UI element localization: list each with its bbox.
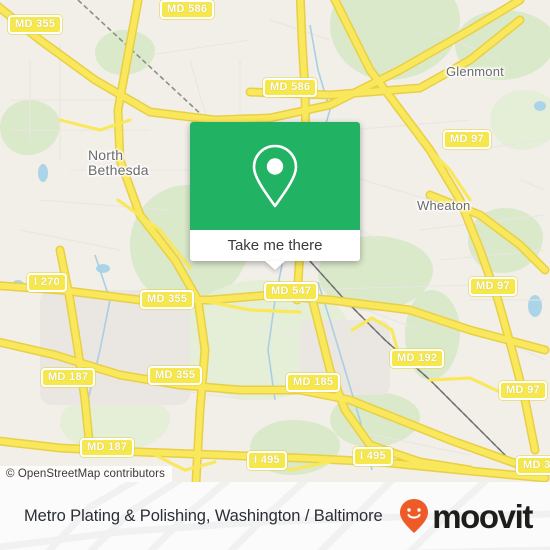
highway-shield: MD 97 — [443, 130, 491, 149]
map-attribution: © OpenStreetMap contributors — [0, 466, 172, 482]
moovit-map-page: North Bethesda Glenmont Wheaton MD 355 M… — [0, 0, 550, 550]
highway-shield: I 495 — [247, 451, 287, 470]
highway-shield: MD 355 — [148, 366, 203, 385]
footer-row: Metro Plating & Polishing, Washington / … — [0, 482, 550, 550]
page-title: Metro Plating & Polishing, Washington / … — [24, 506, 383, 525]
take-me-there-button[interactable]: Take me there — [190, 230, 360, 261]
highway-shield: MD 39 — [516, 456, 550, 475]
place-label-wheaton: Wheaton — [417, 198, 471, 213]
highway-shield: I 495 — [353, 447, 393, 466]
moovit-wordmark: moovit — [432, 497, 533, 535]
highway-shield: MD 187 — [41, 368, 96, 387]
highway-shield: MD 97 — [499, 381, 547, 400]
highway-shield: I 270 — [27, 273, 67, 292]
map-canvas[interactable]: North Bethesda Glenmont Wheaton MD 355 M… — [0, 0, 550, 482]
map-pin-icon — [252, 144, 298, 208]
place-label-glenmont: Glenmont — [446, 64, 504, 79]
card-image-area — [190, 122, 360, 230]
highway-shield: MD 547 — [264, 282, 319, 301]
attribution-text: © OpenStreetMap contributors — [6, 468, 165, 480]
highway-shield: MD 355 — [8, 15, 63, 34]
highway-shield: MD 586 — [160, 0, 215, 19]
highway-shield: MD 185 — [286, 373, 341, 392]
location-callout-card[interactable]: Take me there — [190, 122, 360, 270]
highway-shield: MD 97 — [469, 277, 517, 296]
page-footer: Metro Plating & Polishing, Washington / … — [0, 482, 550, 550]
highway-shield: MD 355 — [140, 290, 195, 309]
highway-shield: MD 187 — [80, 438, 135, 457]
place-label-north-bethesda: North Bethesda — [88, 148, 149, 177]
callout-tail — [265, 261, 285, 270]
place-label-line: Bethesda — [88, 161, 149, 178]
place-label-line: North — [88, 147, 124, 163]
highway-shield: MD 192 — [390, 349, 445, 368]
moovit-smiley-pin-icon — [400, 499, 429, 533]
moovit-logo[interactable]: moovit — [398, 497, 533, 535]
highway-shield: MD 586 — [263, 78, 318, 97]
